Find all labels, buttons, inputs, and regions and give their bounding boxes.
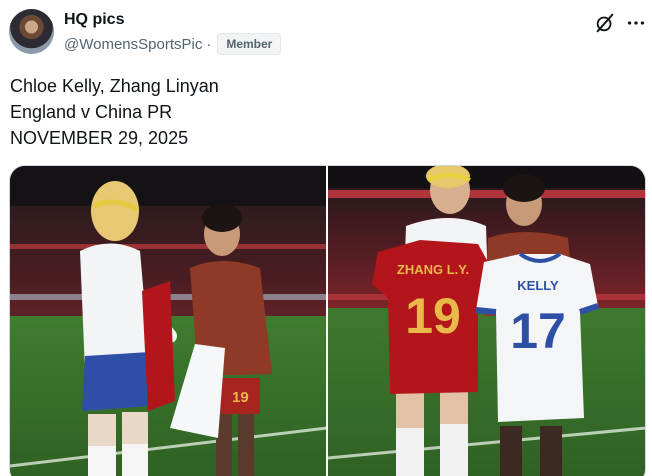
red-shirt-name: ZHANG L.Y.	[397, 262, 469, 277]
grok-icon[interactable]	[594, 12, 616, 34]
tweet-line: Chloe Kelly, Zhang Linyan	[10, 76, 219, 96]
display-name[interactable]: HQ pics	[64, 10, 281, 30]
tweet-line: NOVEMBER 29, 2025	[10, 128, 189, 148]
avatar[interactable]	[9, 9, 54, 54]
photo-right[interactable]: ZHANG L.Y. 19 KELLY 17	[328, 166, 645, 476]
photo-left-image: 19	[10, 166, 326, 476]
photo-right-image: ZHANG L.Y. 19 KELLY 17	[328, 166, 645, 476]
separator-dot: ·	[206, 35, 212, 53]
photo-left[interactable]: 19	[10, 166, 326, 476]
white-shirt-name: KELLY	[517, 278, 559, 293]
photo-left-shirt-number: 19	[232, 389, 249, 406]
tweet-text: Chloe Kelly, Zhang Linyan England v Chin…	[10, 73, 219, 151]
tweet-header: HQ pics @WomensSportsPic · Member	[64, 10, 282, 55]
media-grid: 19 ZHANG L.Y. 19 KELLY 17	[9, 165, 646, 476]
red-shirt-number: 19	[405, 288, 461, 344]
tweet-line: England v China PR	[10, 102, 173, 122]
handle[interactable]: @WomensSportsPic	[64, 36, 202, 53]
member-badge[interactable]: Member	[217, 33, 282, 55]
handle-row: @WomensSportsPic · Member	[64, 33, 282, 55]
more-icon[interactable]	[625, 12, 647, 34]
white-shirt-number: 17	[510, 303, 566, 359]
